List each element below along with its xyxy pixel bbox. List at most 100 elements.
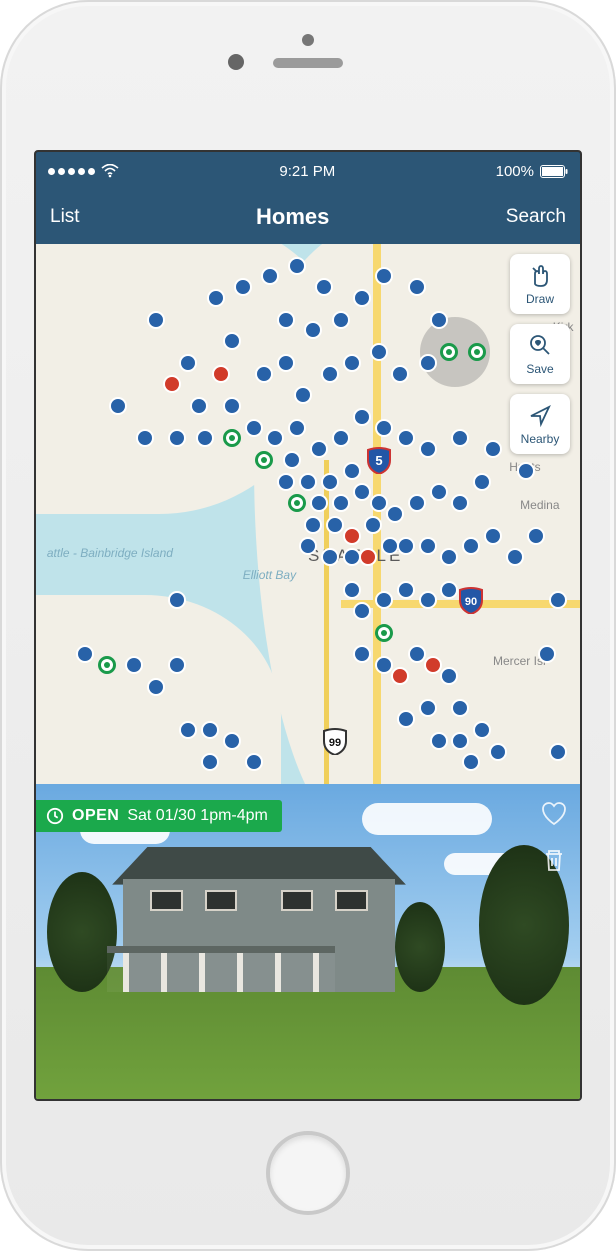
map-pin[interactable] (343, 548, 361, 566)
map-pin[interactable] (304, 516, 322, 534)
map-pin[interactable] (397, 581, 415, 599)
map-pin[interactable] (147, 678, 165, 696)
map-pin[interactable] (332, 429, 350, 447)
map-pin[interactable] (310, 440, 328, 458)
map-pin[interactable] (408, 494, 426, 512)
map-pin[interactable] (168, 429, 186, 447)
map-pin[interactable] (207, 289, 225, 307)
map-pin[interactable] (304, 321, 322, 339)
map-pin[interactable] (343, 581, 361, 599)
map-pin[interactable] (391, 365, 409, 383)
map-pin[interactable] (288, 419, 306, 437)
map-pin[interactable] (517, 462, 535, 480)
map-pin[interactable] (419, 440, 437, 458)
map-pin[interactable] (201, 721, 219, 739)
map-pin[interactable] (223, 732, 241, 750)
map-pin[interactable] (299, 473, 317, 491)
map-pin[interactable] (212, 365, 230, 383)
map-pin[interactable] (255, 451, 273, 469)
nav-search-button[interactable]: Search (506, 206, 566, 228)
map-pin[interactable] (489, 743, 507, 761)
map-pin[interactable] (109, 397, 127, 415)
map-pin[interactable] (451, 429, 469, 447)
map-pin[interactable] (299, 537, 317, 555)
map-pin[interactable] (343, 527, 361, 545)
map-pin[interactable] (294, 386, 312, 404)
map-pin[interactable] (179, 721, 197, 739)
map-pin[interactable] (163, 375, 181, 393)
map-pin[interactable] (147, 311, 165, 329)
map-pin[interactable] (370, 494, 388, 512)
map-pin[interactable] (125, 656, 143, 674)
map-pin[interactable] (277, 473, 295, 491)
map-pin[interactable] (451, 699, 469, 717)
map-pin[interactable] (538, 645, 556, 663)
map-pin[interactable] (440, 581, 458, 599)
map-pin[interactable] (168, 591, 186, 609)
map-pin[interactable] (440, 548, 458, 566)
map-pin[interactable] (196, 429, 214, 447)
map-pin[interactable] (364, 516, 382, 534)
map-nearby-button[interactable]: Nearby (510, 394, 570, 454)
map-pin[interactable] (549, 743, 567, 761)
map-pin[interactable] (288, 257, 306, 275)
map-pin[interactable] (353, 408, 371, 426)
map-pin[interactable] (310, 494, 328, 512)
map-pin[interactable] (353, 483, 371, 501)
map-pin[interactable] (321, 548, 339, 566)
map-pin[interactable] (315, 278, 333, 296)
map-pin[interactable] (397, 710, 415, 728)
map-pin[interactable] (223, 332, 241, 350)
map-pin[interactable] (408, 278, 426, 296)
map-pin[interactable] (484, 527, 502, 545)
map-pin[interactable] (201, 753, 219, 771)
map-pin[interactable] (430, 483, 448, 501)
map-pin[interactable] (386, 505, 404, 523)
map-pin[interactable] (381, 537, 399, 555)
map-pin[interactable] (136, 429, 154, 447)
map-pin[interactable] (473, 473, 491, 491)
map-pin[interactable] (473, 721, 491, 739)
map-pin[interactable] (408, 645, 426, 663)
map-pin[interactable] (223, 429, 241, 447)
map-pin[interactable] (419, 537, 437, 555)
listing-card[interactable]: OPEN Sat 01/30 1pm-4pm (36, 784, 580, 1099)
map-pin[interactable] (462, 753, 480, 771)
map-pin[interactable] (370, 343, 388, 361)
map-pin[interactable] (245, 419, 263, 437)
map-pin[interactable] (397, 537, 415, 555)
map-pin[interactable] (440, 343, 458, 361)
map-pin[interactable] (353, 602, 371, 620)
map-pin[interactable] (98, 656, 116, 674)
map-pin[interactable] (179, 354, 197, 372)
map-pin[interactable] (343, 354, 361, 372)
map-pin[interactable] (332, 311, 350, 329)
map-pin[interactable] (277, 311, 295, 329)
map-pin[interactable] (353, 645, 371, 663)
map-pin[interactable] (255, 365, 273, 383)
map-pin[interactable] (375, 591, 393, 609)
favorite-heart-icon[interactable] (540, 800, 568, 828)
map-pin[interactable] (430, 311, 448, 329)
map-view[interactable]: SEATTLE attle - Bainbridge Island Elliot… (36, 244, 580, 784)
map-pin[interactable] (321, 473, 339, 491)
map-pin[interactable] (468, 343, 486, 361)
map-pin[interactable] (451, 732, 469, 750)
map-draw-button[interactable]: Draw (510, 254, 570, 314)
map-pin[interactable] (375, 656, 393, 674)
map-pin[interactable] (321, 365, 339, 383)
home-button[interactable] (266, 1131, 350, 1215)
map-pin[interactable] (266, 429, 284, 447)
map-pin[interactable] (549, 591, 567, 609)
map-pin[interactable] (168, 656, 186, 674)
map-pin[interactable] (76, 645, 94, 663)
map-pin[interactable] (375, 419, 393, 437)
map-pin[interactable] (440, 667, 458, 685)
nav-list-button[interactable]: List (50, 206, 80, 228)
map-pin[interactable] (234, 278, 252, 296)
map-pin[interactable] (223, 397, 241, 415)
map-save-button[interactable]: Save (510, 324, 570, 384)
map-pin[interactable] (332, 494, 350, 512)
map-pin[interactable] (326, 516, 344, 534)
hide-trash-icon[interactable] (540, 846, 568, 874)
